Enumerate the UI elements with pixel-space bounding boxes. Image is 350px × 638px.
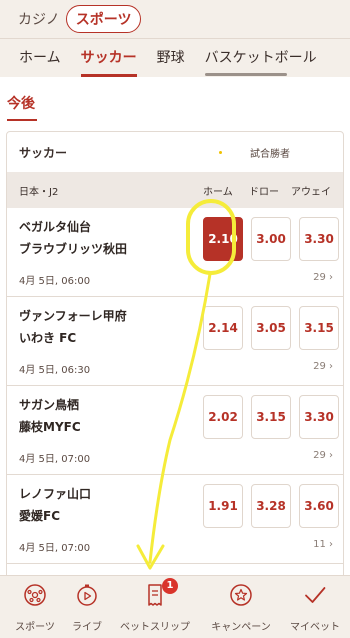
more-markets-count: 29	[313, 450, 326, 461]
card-sport-title: サッカー	[19, 145, 68, 160]
home-team: サガン鳥栖	[19, 398, 80, 412]
nav-item-betslip[interactable]: 1 ベットスリップ	[120, 576, 190, 638]
nav-item-mybets[interactable]: マイベット	[280, 576, 350, 638]
section-title-upcoming: 今後	[7, 93, 37, 121]
stopwatch-play-icon	[77, 584, 97, 606]
top-bar: カジノ スポーツ	[0, 0, 350, 38]
odds-button-home[interactable]: 2.02	[203, 395, 243, 439]
match-row[interactable]: ヴァンフォーレ甲府 いわき FC 4月 5日, 06:30 29 › 2.14 …	[7, 297, 343, 386]
odds-button-away[interactable]: 3.15	[299, 306, 339, 350]
away-team: いわき FC	[19, 331, 77, 345]
home-team: ベガルタ仙台	[19, 220, 92, 234]
checkmark-icon	[305, 587, 326, 603]
column-draw: ドロー	[249, 187, 279, 198]
tab-baseball[interactable]: 野球	[147, 39, 195, 77]
odds-button-draw[interactable]: 3.00	[251, 217, 291, 261]
odds-button-away[interactable]: 3.30	[299, 395, 339, 439]
odds-button-draw[interactable]: 3.15	[251, 395, 291, 439]
away-team: 藤枝MYFC	[19, 420, 81, 434]
odds-button-home[interactable]: 1.91	[203, 484, 243, 528]
chevron-right-icon: ›	[329, 272, 333, 283]
more-markets-link[interactable]: 11 ›	[313, 539, 333, 550]
market-label[interactable]: 試合勝者	[250, 145, 290, 160]
odds-button-home[interactable]: 2.14	[203, 306, 243, 350]
nav-label-betslip: ベットスリップ	[120, 622, 190, 633]
match-card: サッカー 試合勝者 日本・J2 ホーム ドロー アウェイ ベガルタ仙台 ブラウブ…	[6, 131, 344, 575]
chevron-right-icon: ›	[329, 361, 333, 372]
star-circle-icon	[230, 584, 252, 606]
chevron-right-icon: ›	[329, 539, 333, 550]
match-time: 4月 5日, 07:00	[19, 454, 91, 465]
nav-item-live[interactable]: ライブ	[52, 576, 122, 638]
match-row[interactable]: サガン鳥栖 藤枝MYFC 4月 5日, 07:00 29 › 2.02 3.15…	[7, 386, 343, 475]
match-time: 4月 5日, 07:00	[19, 543, 91, 554]
tab-home[interactable]: ホーム	[0, 39, 71, 77]
column-home: ホーム	[203, 187, 233, 198]
league-row: 日本・J2 ホーム ドロー アウェイ	[7, 172, 343, 208]
away-team: 愛媛FC	[19, 509, 61, 523]
odds-button-away[interactable]: 3.60	[299, 484, 339, 528]
home-team: レノファ山口	[19, 487, 92, 501]
casino-tab[interactable]: カジノ	[18, 9, 60, 29]
card-header: サッカー 試合勝者	[7, 132, 343, 172]
nav-item-campaign[interactable]: キャンペーン	[206, 576, 276, 638]
nav-label-campaign: キャンペーン	[211, 622, 271, 633]
more-markets-link[interactable]: 29 ›	[313, 272, 333, 283]
betslip-count-badge: 1	[162, 578, 178, 594]
tab-basketball[interactable]: バスケットボール	[195, 39, 327, 77]
odds-button-draw[interactable]: 3.05	[251, 306, 291, 350]
subnav-scrollbar[interactable]	[205, 73, 287, 76]
nav-label-mybets: マイベット	[290, 622, 340, 633]
match-time: 4月 5日, 06:30	[19, 365, 91, 376]
main-content: 今後 サッカー 試合勝者 日本・J2 ホーム ドロー アウェイ ベガルタ仙台 ブ…	[0, 77, 350, 575]
more-markets-count: 29	[313, 361, 326, 372]
match-time: 4月 5日, 06:00	[19, 276, 91, 287]
more-markets-link[interactable]: 29 ›	[313, 450, 333, 461]
match-row[interactable]: レノファ山口 愛媛FC 4月 5日, 07:00 11 › 1.91 3.28 …	[7, 475, 343, 564]
tab-soccer[interactable]: サッカー	[71, 39, 147, 77]
odds-button-away[interactable]: 3.30	[299, 217, 339, 261]
more-markets-link[interactable]: 29 ›	[313, 361, 333, 372]
nav-label-live: ライブ	[72, 622, 102, 633]
more-markets-count: 29	[313, 272, 326, 283]
odds-button-draw[interactable]: 3.28	[251, 484, 291, 528]
home-team: ヴァンフォーレ甲府	[19, 309, 127, 323]
league-name: 日本・J2	[19, 186, 59, 198]
sports-tab[interactable]: スポーツ	[65, 5, 142, 33]
bottom-nav: スポーツ ライブ 1 ベットスリップ キャンペーン マイベット	[0, 575, 350, 638]
column-away: アウェイ	[291, 187, 331, 198]
sport-category-nav: ホーム サッカー 野球 バスケットボール	[0, 38, 350, 77]
more-markets-count: 11	[313, 539, 326, 550]
indicator-dot	[219, 151, 222, 154]
match-row[interactable]: ベガルタ仙台 ブラウブリッツ秋田 4月 5日, 06:00 29 › 2.10 …	[7, 208, 343, 297]
chevron-right-icon: ›	[329, 450, 333, 461]
away-team: ブラウブリッツ秋田	[19, 242, 128, 256]
odds-button-home[interactable]: 2.10	[203, 217, 243, 261]
soccer-ball-icon	[24, 584, 46, 606]
